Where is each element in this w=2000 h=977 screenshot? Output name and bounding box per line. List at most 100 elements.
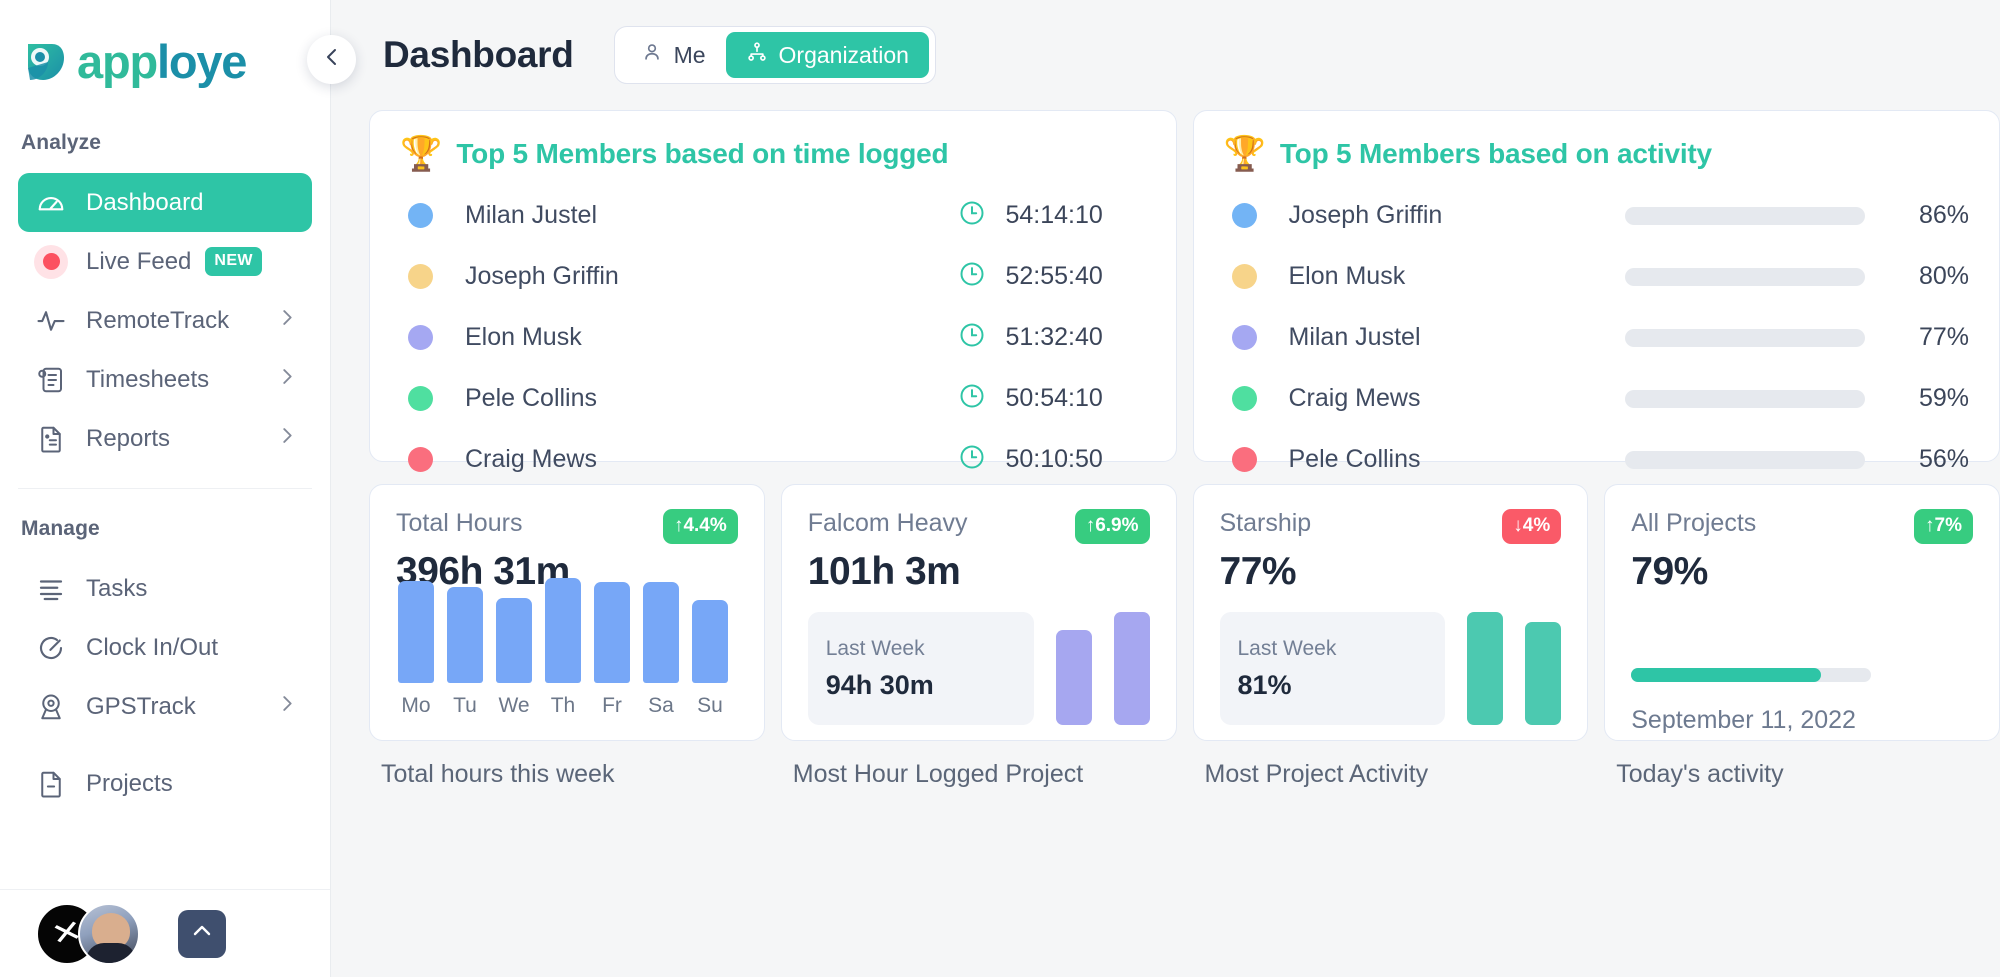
- new-badge: NEW: [205, 247, 262, 276]
- activity-progress-bar: [1625, 329, 1865, 347]
- list-item[interactable]: Elon Musk 80%: [1224, 246, 1970, 307]
- caption-all-projects: Today's activity: [1604, 760, 2000, 789]
- sidebar-item-live-feed[interactable]: Live Feed NEW: [18, 232, 312, 291]
- stat-card-all-projects[interactable]: All Projects ↑7% 79% September 11, 2022: [1604, 484, 2000, 741]
- list-item[interactable]: Joseph Griffin 52:55:40: [400, 246, 1146, 307]
- member-name: Craig Mews: [1289, 384, 1421, 413]
- bar-last-week: [1056, 630, 1092, 725]
- sidebar-group-manage: Manage Tasks Clock In/Out: [0, 489, 330, 813]
- clock-icon: [958, 382, 986, 415]
- member-time-value: 50:54:10: [1006, 384, 1146, 413]
- activity-percent-value: 59%: [1891, 384, 1969, 413]
- chevron-left-icon: [320, 45, 344, 74]
- activity-percent-value: 80%: [1891, 262, 1969, 291]
- member-color-dot: [1232, 203, 1257, 228]
- page-title: Dashboard: [383, 34, 574, 76]
- card-top-members-activity: 🏆 Top 5 Members based on activity Joseph…: [1193, 110, 2000, 462]
- activity-date: September 11, 2022: [1631, 706, 1973, 735]
- top-cards-row: 🏆 Top 5 Members based on time logged Mil…: [369, 110, 2000, 462]
- tab-organization[interactable]: Organization: [726, 32, 929, 78]
- app-root: apploye Analyze Dashboard Live Feed NEW: [0, 0, 2000, 977]
- app-logo[interactable]: apploye: [0, 0, 330, 122]
- activity-percent-value: 56%: [1891, 445, 1969, 474]
- sidebar-item-label-timesheets: Timesheets: [86, 366, 209, 394]
- pin-icon: [34, 690, 68, 724]
- activity-progress-bar: [1625, 268, 1865, 286]
- bar-label-fr: Fr: [602, 694, 622, 718]
- activity-percent-value: 77%: [1891, 323, 1969, 352]
- list-item[interactable]: Pele Collins 50:54:10: [400, 368, 1146, 429]
- member-time-value: 51:32:40: [1006, 323, 1146, 352]
- tab-me-label: Me: [674, 42, 706, 69]
- status-badge: ↑4.4%: [663, 509, 738, 544]
- member-color-dot: [408, 447, 433, 472]
- today-activity-progress-bar: [1631, 668, 1871, 682]
- last-week-value: 94h 30m: [826, 670, 1016, 701]
- list-item[interactable]: Craig Mews 59%: [1224, 368, 1970, 429]
- sidebar-item-clock-in-out[interactable]: Clock In/Out: [18, 618, 312, 677]
- bar-label-mo: Mo: [401, 694, 430, 718]
- sidebar-collapse-button[interactable]: [307, 35, 356, 84]
- member-name: Pele Collins: [1289, 445, 1421, 474]
- comparison-row: Last Week 81%: [1220, 612, 1562, 725]
- sidebar-item-reports[interactable]: Reports: [18, 409, 312, 468]
- sidebar-item-label-reports: Reports: [86, 425, 170, 453]
- caption-starship: Most Project Activity: [1193, 760, 1589, 789]
- status-badge: ↓4%: [1502, 509, 1561, 544]
- list-item[interactable]: Joseph Griffin 86%: [1224, 185, 1970, 246]
- sidebar-item-tasks[interactable]: Tasks: [18, 559, 312, 618]
- bar-su: [692, 600, 728, 683]
- list-item[interactable]: Milan Justel 54:14:10: [400, 185, 1146, 246]
- sidebar-group-title-manage: Manage: [18, 489, 312, 559]
- stat-card-total-hours[interactable]: Total Hours ↑4.4% 396h 31m Mo Tu We Th F…: [369, 484, 765, 741]
- scroll-up-button[interactable]: [178, 910, 226, 958]
- last-week-box: Last Week 94h 30m: [808, 612, 1034, 725]
- avatar-group[interactable]: [36, 903, 140, 965]
- bar-label-tu: Tu: [453, 694, 477, 718]
- person-icon: [641, 41, 663, 69]
- list-item[interactable]: Pele Collins 56%: [1224, 429, 1970, 490]
- pulse-icon: [34, 304, 68, 338]
- member-color-dot: [1232, 386, 1257, 411]
- member-name: Elon Musk: [1289, 262, 1406, 291]
- sidebar-item-gpstrack[interactable]: GPSTrack: [18, 677, 312, 736]
- stat-label: Total Hours: [396, 509, 522, 538]
- stat-label: Falcom Heavy: [808, 509, 968, 538]
- list-item[interactable]: Milan Justel 77%: [1224, 307, 1970, 368]
- organization-icon: [746, 41, 768, 69]
- member-name: Elon Musk: [465, 323, 582, 352]
- speedometer-icon: [34, 186, 68, 220]
- sidebar-item-remotetrack[interactable]: RemoteTrack: [18, 291, 312, 350]
- sidebar-item-label-live-feed: Live Feed: [86, 248, 191, 276]
- activity-percent-value: 86%: [1891, 201, 1969, 230]
- sidebar-item-projects[interactable]: Projects: [18, 754, 312, 813]
- activity-progress-bar: [1625, 390, 1865, 408]
- member-time-value: 50:10:50: [1006, 445, 1146, 474]
- bar-tu: [447, 587, 483, 683]
- sidebar-item-dashboard[interactable]: Dashboard: [18, 173, 312, 232]
- logo-text-part2: loye: [157, 35, 246, 88]
- sidebar-item-timesheets[interactable]: Timesheets: [18, 350, 312, 409]
- bar-mo: [398, 581, 434, 683]
- scope-toggle[interactable]: Me Organization: [614, 26, 936, 84]
- stat-card-total-hours-wrap: Total Hours ↑4.4% 396h 31m Mo Tu We Th F…: [369, 484, 765, 741]
- tab-me[interactable]: Me: [621, 32, 726, 78]
- list-item[interactable]: Elon Musk 51:32:40: [400, 307, 1146, 368]
- bar-label-su: Su: [697, 694, 723, 718]
- list-item[interactable]: Craig Mews 50:10:50: [400, 429, 1146, 490]
- chevron-right-icon: [276, 692, 298, 721]
- file-icon: [34, 767, 68, 801]
- stat-card-starship[interactable]: Starship ↓4% 77% Last Week 81%: [1193, 484, 1589, 741]
- last-week-box: Last Week 81%: [1220, 612, 1446, 725]
- avatar-user[interactable]: [78, 903, 140, 965]
- member-name: Milan Justel: [1289, 323, 1421, 352]
- sidebar-footer: [0, 889, 330, 977]
- last-week-label: Last Week: [826, 637, 1016, 661]
- comparison-bar-chart: [1056, 612, 1150, 725]
- applye-logo-icon: [22, 38, 68, 84]
- member-name: Joseph Griffin: [465, 262, 619, 291]
- bar-sa: [643, 582, 679, 683]
- member-time-value: 54:14:10: [1006, 201, 1146, 230]
- stat-card-falcom-heavy[interactable]: Falcom Heavy ↑6.9% 101h 3m Last Week 94h…: [781, 484, 1177, 741]
- sidebar-item-label-dashboard: Dashboard: [86, 189, 203, 217]
